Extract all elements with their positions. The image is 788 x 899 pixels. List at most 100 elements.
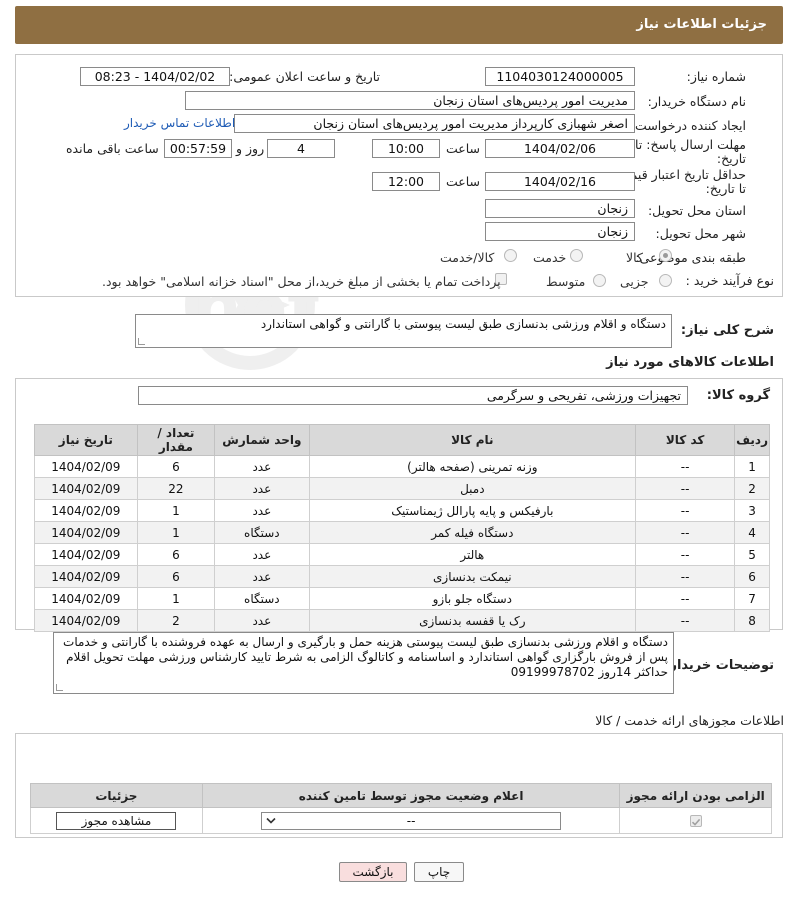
- cell-unit: عدد: [214, 609, 310, 632]
- deadline-time-field[interactable]: 10:00: [372, 139, 440, 158]
- cell-qty: 6: [136, 455, 216, 478]
- buyer-notes-textarea: دستگاه و اقلام ورزشی بدنسازی طبق لیست پی…: [53, 632, 674, 694]
- goods-group-field: تجهیزات ورزشی، تفریحی و سرگرمی: [138, 386, 688, 405]
- need-number-field: 1104030124000005: [485, 67, 635, 86]
- process-radio-minor[interactable]: [659, 274, 672, 287]
- col-name: نام کالا: [308, 424, 637, 456]
- need-number-label: شماره نیاز:: [686, 69, 746, 84]
- validity-label-2: تا تاریخ:: [705, 181, 746, 196]
- cell-row: 8: [734, 609, 770, 632]
- table-row: 3 -- بارفیکس و پایه پارالل ژیمناستیک عدد…: [34, 499, 770, 522]
- province-label: استان محل تحویل:: [647, 203, 746, 218]
- goods-table-header: ردیف کد کالا نام کالا واحد شمارش تعداد /…: [34, 424, 770, 456]
- resize-handle-icon: [56, 684, 63, 691]
- province-field: زنجان: [485, 199, 635, 218]
- days-remaining-field: 4: [267, 139, 335, 158]
- buyer-notes-line-2: پس از فروش بارگزاری گواهی استاندارد و اس…: [66, 650, 668, 664]
- chevron-down-icon: [266, 817, 276, 824]
- description-textarea: دستگاه و اقلام ورزشی بدنسازی طبق لیست پی…: [135, 314, 672, 348]
- check-icon: [691, 818, 700, 826]
- category-radio-both[interactable]: [504, 249, 517, 262]
- validity-time-field[interactable]: 12:00: [372, 172, 440, 191]
- cell-row: 2: [734, 477, 770, 500]
- buyer-notes-line-3: حداکثر 14روز 09199978702: [510, 665, 668, 679]
- buyer-notes-line-1: دستگاه و اقلام ورزشی بدنسازی طبق لیست پی…: [63, 635, 668, 649]
- announce-field: 1404/02/02 - 08:23: [80, 67, 230, 86]
- print-button[interactable]: چاپ: [414, 862, 464, 882]
- process-radio-medium[interactable]: [593, 274, 606, 287]
- license-required-checkbox: [689, 815, 702, 827]
- back-button[interactable]: بازگشت: [339, 862, 407, 882]
- table-row: 4 -- دستگاه فیله کمر دستگاه 1 1404/02/09: [34, 521, 770, 544]
- col-unit: واحد شمارش: [214, 424, 310, 456]
- cell-date: 1404/02/09: [34, 499, 138, 522]
- process-label: نوع فرآیند خرید :: [685, 273, 774, 288]
- page-title: جزئیات اطلاعات نیاز: [636, 17, 767, 32]
- cell-date: 1404/02/09: [34, 543, 138, 566]
- cell-name: بارفیکس و پایه پارالل ژیمناستیک: [308, 499, 637, 522]
- license-details-cell: مشاهده مجوز: [30, 807, 203, 834]
- category-option-both: کالا/خدمت: [440, 250, 495, 265]
- cell-date: 1404/02/09: [34, 477, 138, 500]
- cell-code: --: [635, 477, 736, 500]
- description-text: دستگاه و اقلام ورزشی بدنسازی طبق لیست پی…: [260, 317, 666, 331]
- time-remaining-field: 00:57:59: [164, 139, 232, 158]
- view-license-button[interactable]: مشاهده مجوز: [56, 811, 177, 830]
- category-radio-service[interactable]: [570, 249, 583, 262]
- licenses-table-header: الزامی بودن ارائه مجوز اعلام وضعیت مجوز …: [30, 783, 772, 808]
- buyer-label: نام دستگاه خریدار:: [647, 94, 746, 109]
- cell-unit: دستگاه: [214, 521, 310, 544]
- col-date: تاریخ نیاز: [34, 424, 138, 456]
- cell-code: --: [635, 587, 736, 610]
- table-row: 5 -- هالتر عدد 6 1404/02/09: [34, 543, 770, 566]
- cell-date: 1404/02/09: [34, 587, 138, 610]
- cell-unit: عدد: [214, 477, 310, 500]
- col-license-required: الزامی بودن ارائه مجوز: [619, 783, 772, 808]
- table-row: 7 -- دستگاه جلو بازو دستگاه 1 1404/02/09: [34, 587, 770, 610]
- cell-code: --: [635, 543, 736, 566]
- cell-code: --: [635, 609, 736, 632]
- validity-date-field[interactable]: 1404/02/16: [485, 172, 635, 191]
- buyer-contact-link[interactable]: اطلاعات تماس خریدار: [124, 116, 235, 130]
- process-option-minor: جزیی: [620, 274, 649, 289]
- col-code: کد کالا: [635, 424, 736, 456]
- cell-date: 1404/02/09: [34, 455, 138, 478]
- table-row: 8 -- رک یا قفسه بدنسازی عدد 2 1404/02/09: [34, 609, 770, 632]
- cell-name: رک یا قفسه بدنسازی: [308, 609, 637, 632]
- cell-code: --: [635, 565, 736, 588]
- buyer-field: مدیریت امور پردیس‌های استان زنجان: [185, 91, 635, 110]
- deadline-time-label: ساعت: [446, 141, 481, 156]
- deadline-date-field[interactable]: 1404/02/06: [485, 139, 635, 158]
- time-remaining-label: ساعت باقی مانده: [66, 141, 159, 156]
- cell-date: 1404/02/09: [34, 565, 138, 588]
- process-option-medium: متوسط: [546, 274, 586, 289]
- category-label: طبقه بندی موضوعی:: [635, 250, 746, 265]
- cell-qty: 6: [136, 565, 216, 588]
- description-label: شرح کلی نیاز:: [680, 323, 774, 338]
- table-row: 1 -- وزنه تمرینی (صفحه هالتر) عدد 6 1404…: [34, 455, 770, 478]
- license-status-cell: --: [201, 807, 621, 834]
- col-qty: تعداد / مقدار: [136, 424, 216, 456]
- license-status-select[interactable]: --: [261, 811, 562, 830]
- cell-qty: 1: [136, 521, 216, 544]
- col-license-status: اعلام وضعیت مجوز توسط تامین کننده: [201, 783, 621, 808]
- cell-row: 1: [734, 455, 770, 478]
- table-row: -- مشاهده مجوز: [30, 807, 772, 834]
- category-option-goods: کالا: [626, 250, 643, 265]
- table-row: 2 -- دمبل عدد 22 1404/02/09: [34, 477, 770, 500]
- licenses-table: الزامی بودن ارائه مجوز اعلام وضعیت مجوز …: [30, 783, 772, 834]
- announce-label: تاریخ و ساعت اعلان عمومی:: [229, 69, 380, 84]
- cell-name: دستگاه جلو بازو: [308, 587, 637, 610]
- cell-name: وزنه تمرینی (صفحه هالتر): [308, 455, 637, 478]
- cell-unit: عدد: [214, 455, 310, 478]
- licenses-section-title: اطلاعات مجوزهای ارائه خدمت / کالا: [595, 713, 784, 728]
- category-radio-goods[interactable]: [659, 249, 672, 262]
- cell-name: هالتر: [308, 543, 637, 566]
- cell-unit: دستگاه: [214, 587, 310, 610]
- deadline-label: مهلت ارسال پاسخ: تا: [635, 137, 746, 152]
- col-license-details: جزئیات: [30, 783, 203, 808]
- cell-code: --: [635, 521, 736, 544]
- cell-qty: 1: [136, 499, 216, 522]
- cell-row: 5: [734, 543, 770, 566]
- cell-name: نیمکت بدنسازی: [308, 565, 637, 588]
